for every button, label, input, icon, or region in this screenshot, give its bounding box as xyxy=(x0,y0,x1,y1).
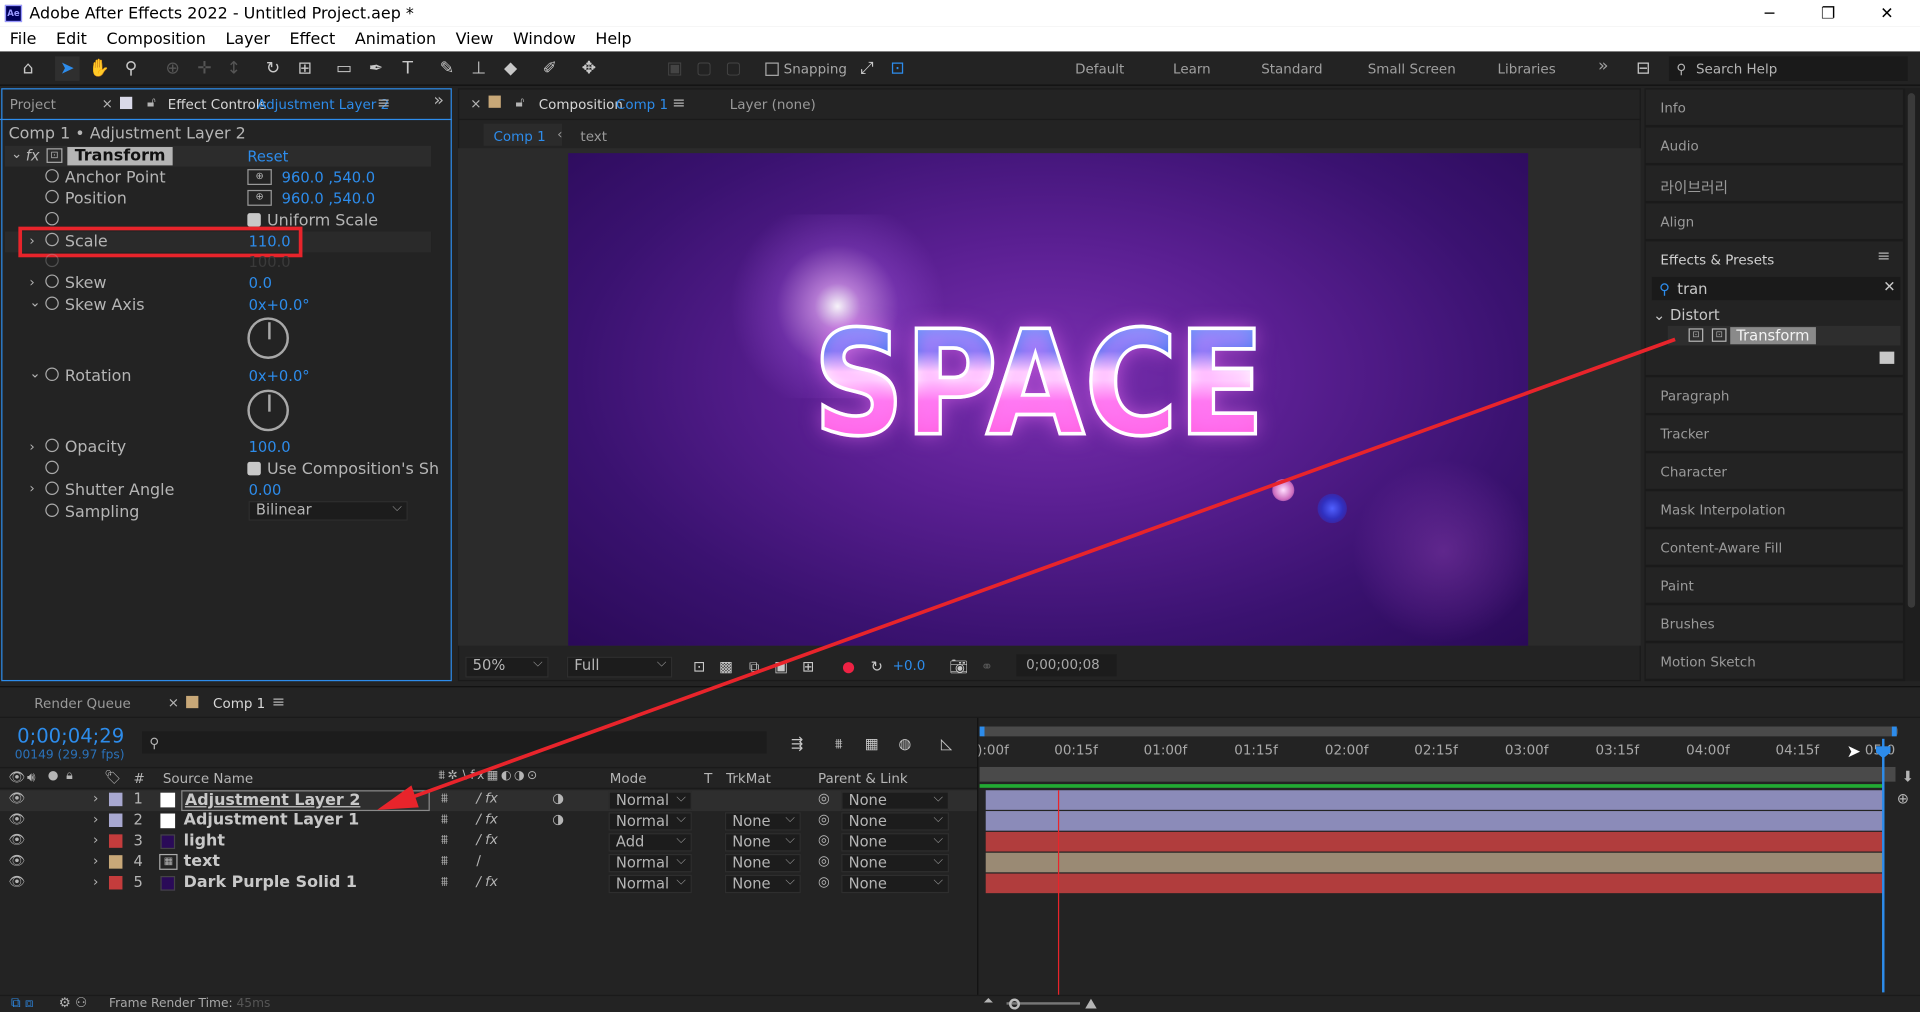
annotation-arrow-head xyxy=(377,785,419,810)
annotation-arrow xyxy=(377,337,1676,810)
annotation-arrow-line xyxy=(403,337,1676,802)
